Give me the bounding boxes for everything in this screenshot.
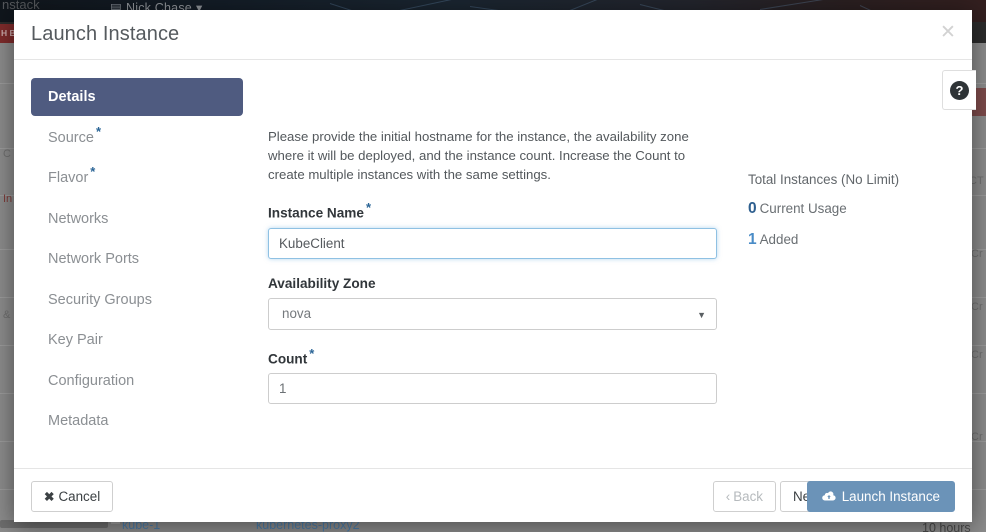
background-left-text: C <box>3 148 11 160</box>
cloud-upload-icon <box>821 483 836 512</box>
required-asterisk: * <box>309 345 315 361</box>
sidebar-item-label: Configuration <box>48 372 135 389</box>
launch-instance-button-label: Launch Instance <box>841 489 940 504</box>
availability-zone-select-wrap: nova ▼ <box>268 297 717 330</box>
sidebar-item-details[interactable]: Details <box>31 78 243 116</box>
added-label: Added <box>759 232 799 247</box>
screen: C In & CT Cr Cr Cr Cr es nstack ▤Nick Ch… <box>0 0 986 532</box>
sidebar-item-label: Flavor <box>48 170 89 186</box>
sidebar-item-label: Networks <box>48 210 109 227</box>
sidebar-item-label: Details <box>48 89 96 105</box>
sidebar-item-label: Source <box>48 129 94 146</box>
total-instances-label: Total Instances (No Limit) <box>748 172 900 187</box>
close-icon: ✖ <box>44 490 55 504</box>
question-mark-icon: ? <box>950 80 969 100</box>
sidebar-item-networks[interactable]: Networks <box>31 200 243 238</box>
help-button[interactable]: ? <box>942 70 976 110</box>
wizard-step-nav: Details Source * Flavor * Networks Network… <box>31 78 243 443</box>
modal-body: Details Source * Flavor * Networks Network… <box>14 60 972 468</box>
required-asterisk: * <box>365 200 372 216</box>
added-value: 1 <box>748 231 757 248</box>
sidebar-item-flavor[interactable]: Flavor * <box>31 159 243 197</box>
availability-zone-select[interactable]: nova <box>268 297 717 330</box>
background-right-text: Cr <box>971 349 983 361</box>
sidebar-item-metadata[interactable]: Metadata <box>31 402 243 440</box>
background-left-text: In <box>3 193 13 205</box>
instance-name-label-text: Instance Name <box>268 205 364 221</box>
background-left-text: & <box>3 309 11 321</box>
cancel-button[interactable]: ✖ Cancel <box>31 481 114 512</box>
availability-zone-label-text: Availability Zone <box>268 275 376 291</box>
availability-zone-label: Availability Zone <box>268 276 738 291</box>
form-description: Please provide the initial hostname for … <box>268 129 689 183</box>
required-asterisk: * <box>90 164 96 180</box>
details-form: Please provide the initial hostname for … <box>268 60 738 405</box>
sidebar-item-network-ports[interactable]: Network Ports <box>31 240 243 278</box>
cancel-button-label: Cancel <box>58 489 101 504</box>
sidebar-item-key-pair[interactable]: Key Pair <box>31 321 243 359</box>
sidebar-item-label: Key Pair <box>48 332 103 348</box>
page-title: Launch Instance <box>31 23 180 45</box>
back-button[interactable]: ‹ Back <box>712 481 776 512</box>
count-input[interactable] <box>268 373 717 405</box>
current-usage-label: Current Usage <box>759 201 847 216</box>
close-icon[interactable]: ✕ <box>935 20 961 46</box>
current-usage-value: 0 <box>748 200 757 217</box>
required-asterisk: * <box>95 123 102 139</box>
current-usage-row: 0 Current Usage <box>748 200 948 218</box>
launch-instance-button[interactable]: Launch Instance <box>806 481 955 512</box>
launch-instance-modal: ? Launch Instance ✕ Details Source * Flav… <box>14 10 976 522</box>
background-instance-age: 10 hours <box>922 521 971 532</box>
modal-footer: ✖Cancel ‹Back Next› Launch Instance <box>14 468 972 521</box>
instance-quota-summary: Total Instances (No Limit) 0 Current Usag… <box>748 60 948 249</box>
count-label: Count * <box>268 347 738 367</box>
sidebar-item-label: Metadata <box>48 413 109 429</box>
chevron-left-icon: ‹ <box>725 489 731 504</box>
back-button-label: Back <box>733 489 763 504</box>
sidebar-item-security-groups[interactable]: Security Groups <box>31 281 243 319</box>
sidebar-item-label: Security Groups <box>48 291 152 308</box>
instance-name-label: Instance Name * <box>268 201 738 221</box>
sidebar-item-source[interactable]: Source * <box>31 119 243 157</box>
count-label-text: Count <box>268 351 308 367</box>
sidebar-item-configuration[interactable]: Configuration <box>31 362 243 400</box>
added-row: 1 Added <box>748 231 948 249</box>
modal-header: Launch Instance ✕ <box>14 10 972 60</box>
background-right-text: Cr <box>971 301 983 313</box>
instance-name-input[interactable] <box>268 227 717 259</box>
background-right-text: Cr <box>971 431 983 443</box>
background-right-text: Cr <box>971 248 983 260</box>
sidebar-item-label: Network Ports <box>48 251 140 267</box>
